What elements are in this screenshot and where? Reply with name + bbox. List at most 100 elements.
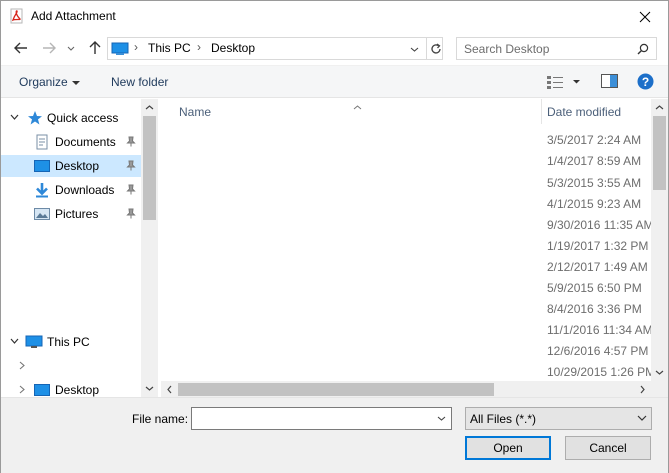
list-item-date[interactable]: 1/4/2017 8:59 AM bbox=[547, 154, 641, 168]
title-bar: Add Attachment bbox=[1, 1, 668, 32]
scrollbar-thumb[interactable] bbox=[178, 383, 494, 396]
window-title: Add Attachment bbox=[31, 9, 116, 23]
list-item-date[interactable]: 8/4/2016 3:36 PM bbox=[547, 302, 642, 316]
pictures-icon bbox=[34, 206, 50, 222]
address-dropdown-button[interactable] bbox=[406, 41, 422, 57]
file-list: Name Date modified 3/5/2017 2:24 AM 1/4/… bbox=[161, 99, 668, 398]
collapsed-chevron-icon[interactable] bbox=[17, 360, 27, 370]
chevron-down-icon bbox=[71, 80, 80, 85]
sidebar-item-label: Downloads bbox=[55, 183, 115, 197]
recent-locations-button[interactable] bbox=[64, 39, 78, 57]
sidebar-item-this-pc[interactable]: This PC bbox=[1, 331, 141, 353]
file-name-dropdown-button[interactable] bbox=[433, 410, 449, 426]
documents-icon bbox=[34, 134, 50, 150]
chevron-up-icon bbox=[145, 105, 154, 110]
list-item-date[interactable]: 1/19/2017 1:32 PM bbox=[547, 239, 648, 253]
forward-button[interactable] bbox=[39, 39, 59, 57]
list-item-date[interactable]: 10/29/2015 1:26 PM bbox=[547, 365, 655, 379]
file-list-vertical-scrollbar[interactable] bbox=[651, 99, 668, 381]
change-view-button[interactable] bbox=[546, 74, 582, 93]
sidebar-item-documents[interactable]: Documents bbox=[1, 131, 141, 153]
file-list-horizontal-scrollbar[interactable] bbox=[161, 381, 651, 398]
add-attachment-dialog: Add Attachment › This PC › Desktop Searc… bbox=[0, 0, 669, 473]
file-type-select[interactable]: All Files (*.*) bbox=[465, 407, 652, 430]
help-button[interactable]: ? bbox=[637, 73, 654, 93]
organize-button[interactable]: Organize bbox=[19, 75, 80, 89]
sidebar-item-collapsed[interactable] bbox=[1, 355, 141, 377]
sidebar-item-desktop[interactable]: Desktop bbox=[1, 155, 141, 177]
close-icon bbox=[639, 11, 651, 22]
chevron-down-icon bbox=[67, 46, 75, 51]
cancel-button[interactable]: Cancel bbox=[565, 436, 651, 460]
scroll-down-button[interactable] bbox=[651, 364, 668, 381]
breadcrumb-this-pc[interactable]: This PC bbox=[148, 41, 191, 55]
dialog-footer: File name: All Files (*.*) Open Cancel bbox=[1, 397, 668, 473]
expanded-chevron-icon[interactable] bbox=[9, 336, 19, 346]
back-button[interactable] bbox=[11, 39, 31, 57]
pin-icon bbox=[126, 160, 136, 174]
scrollbar-corner bbox=[651, 381, 668, 398]
list-item-date[interactable]: 3/5/2017 2:24 AM bbox=[547, 133, 641, 147]
new-folder-button[interactable]: New folder bbox=[111, 75, 168, 89]
scroll-right-button[interactable] bbox=[634, 381, 651, 398]
chevron-down-icon bbox=[437, 416, 445, 421]
refresh-button[interactable] bbox=[426, 38, 444, 59]
sidebar-item-label: Documents bbox=[55, 135, 116, 149]
pin-icon bbox=[126, 208, 136, 222]
sidebar-item-label: Pictures bbox=[55, 207, 99, 221]
forward-arrow-icon bbox=[43, 42, 56, 54]
up-button[interactable] bbox=[85, 39, 105, 57]
navigation-pane-scrollbar[interactable] bbox=[141, 99, 158, 397]
list-item-date[interactable]: 2/12/2017 1:49 AM bbox=[547, 260, 648, 274]
list-item-date[interactable]: 12/6/2016 4:57 PM bbox=[547, 344, 648, 358]
sidebar-item-quick-access[interactable]: Quick access bbox=[1, 107, 141, 129]
navigation-bar: › This PC › Desktop Search Desktop bbox=[1, 32, 668, 64]
address-bar[interactable]: › This PC › Desktop bbox=[107, 37, 443, 60]
sidebar-item-downloads[interactable]: Downloads bbox=[1, 179, 141, 201]
list-item-date[interactable]: 5/3/2015 3:55 AM bbox=[547, 176, 641, 190]
chevron-down-icon bbox=[145, 386, 154, 391]
scroll-up-button[interactable] bbox=[141, 99, 158, 116]
column-header-date-modified[interactable]: Date modified bbox=[541, 99, 651, 124]
sidebar-item-pictures[interactable]: Pictures bbox=[1, 203, 141, 225]
scrollbar-thumb[interactable] bbox=[143, 116, 156, 220]
collapsed-chevron-icon[interactable] bbox=[17, 384, 27, 394]
help-icon: ? bbox=[637, 73, 654, 90]
refresh-icon bbox=[430, 42, 441, 54]
column-header-name[interactable]: Name bbox=[161, 99, 541, 124]
close-button[interactable] bbox=[622, 1, 668, 32]
chevron-down-icon bbox=[637, 415, 647, 421]
column-header-label: Date modified bbox=[547, 105, 622, 119]
pdf-app-icon bbox=[9, 8, 25, 24]
search-box[interactable]: Search Desktop bbox=[456, 37, 657, 60]
list-item-date[interactable]: 5/9/2015 6:50 PM bbox=[547, 281, 642, 295]
scroll-up-button[interactable] bbox=[651, 99, 668, 116]
preview-pane-button[interactable] bbox=[601, 74, 618, 91]
breadcrumb-desktop[interactable]: Desktop bbox=[211, 41, 255, 55]
chevron-down-icon bbox=[410, 47, 418, 52]
downloads-icon bbox=[34, 182, 50, 198]
file-type-value: All Files (*.*) bbox=[470, 412, 537, 426]
details-view-icon bbox=[547, 76, 580, 89]
file-name-input[interactable] bbox=[191, 407, 452, 430]
star-icon bbox=[27, 110, 43, 126]
scroll-down-button[interactable] bbox=[141, 380, 158, 397]
organize-label: Organize bbox=[19, 75, 68, 89]
this-pc-icon bbox=[111, 42, 129, 59]
sidebar-item-label: Desktop bbox=[55, 383, 100, 397]
back-arrow-icon bbox=[14, 42, 27, 54]
scrollbar-thumb[interactable] bbox=[653, 116, 666, 190]
list-item-date[interactable]: 4/1/2015 9:23 AM bbox=[547, 197, 641, 211]
list-item-date[interactable]: 9/30/2016 11:35 AM bbox=[547, 218, 654, 232]
expanded-chevron-icon[interactable] bbox=[9, 112, 19, 122]
scroll-left-button[interactable] bbox=[161, 381, 178, 398]
file-name-label: File name: bbox=[132, 412, 188, 426]
file-name-label-text: File name: bbox=[132, 412, 189, 426]
search-icon bbox=[637, 43, 649, 58]
list-item-date[interactable]: 11/1/2016 11:34 AM bbox=[547, 323, 653, 337]
open-button[interactable]: Open bbox=[465, 436, 551, 460]
command-bar: Organize New folder ? bbox=[1, 65, 668, 98]
chevron-up-icon bbox=[655, 105, 664, 110]
pin-icon bbox=[126, 184, 136, 198]
chevron-right-icon bbox=[640, 385, 645, 394]
